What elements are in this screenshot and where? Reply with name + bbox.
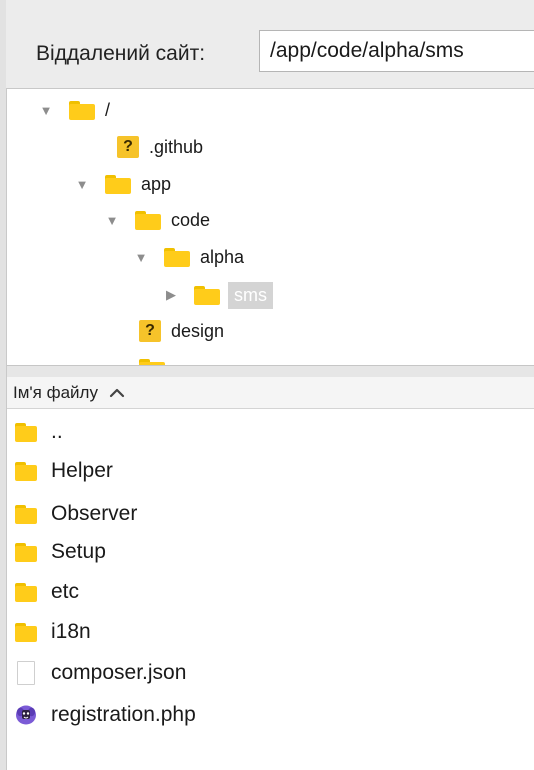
expand-arrow-icon[interactable]: ▼ bbox=[73, 177, 91, 192]
file-row[interactable]: Observer bbox=[7, 494, 534, 534]
window-border bbox=[0, 0, 7, 770]
folder-icon bbox=[15, 504, 37, 524]
folder-icon bbox=[69, 100, 95, 120]
collapse-arrow-icon[interactable]: ▶ bbox=[162, 287, 180, 303]
file-row-parent-dir[interactable]: .. bbox=[7, 412, 534, 452]
tree-item-root[interactable]: ▼ / bbox=[37, 93, 110, 127]
tree-item-label: .github bbox=[149, 136, 204, 157]
file-row[interactable]: composer.json bbox=[7, 653, 534, 693]
folder-icon bbox=[15, 622, 37, 642]
document-icon bbox=[17, 661, 35, 685]
tree-item-github[interactable]: ? .github bbox=[85, 130, 203, 164]
remote-site-panel: Віддалений сайт: ▼ / ? .github ▼ app ▼ c… bbox=[0, 0, 534, 770]
directory-tree[interactable]: ▼ / ? .github ▼ app ▼ code ▼ alpha ▶ sms… bbox=[7, 89, 534, 365]
folder-icon bbox=[15, 582, 37, 602]
tree-item-label: code bbox=[171, 209, 211, 230]
file-row[interactable]: Setup bbox=[7, 532, 534, 572]
file-list: .. Helper Observer Setup etc i18n compos… bbox=[7, 410, 534, 770]
folder-icon bbox=[194, 285, 220, 305]
folder-icon bbox=[164, 247, 190, 267]
tree-item-sms[interactable]: ▶ sms bbox=[162, 278, 273, 312]
file-name: Helper bbox=[51, 459, 113, 482]
file-row[interactable]: i18n bbox=[7, 612, 534, 652]
unknown-file-icon: ? bbox=[117, 136, 139, 158]
expand-arrow-icon[interactable]: ▼ bbox=[37, 103, 55, 118]
tree-item-partial bbox=[139, 351, 175, 365]
remote-site-path-input[interactable] bbox=[259, 30, 534, 72]
file-name: Observer bbox=[51, 502, 138, 525]
file-name: Setup bbox=[51, 540, 106, 563]
file-name: etc bbox=[51, 580, 80, 603]
expand-arrow-icon[interactable]: ▼ bbox=[132, 250, 150, 265]
sort-ascending-icon bbox=[109, 388, 125, 397]
tree-item-label: alpha bbox=[200, 246, 245, 267]
folder-icon bbox=[15, 422, 37, 442]
file-row[interactable]: registration.php bbox=[7, 695, 534, 735]
expand-arrow-icon[interactable]: ▼ bbox=[103, 213, 121, 228]
tree-item-label: / bbox=[105, 99, 111, 120]
file-name: .. bbox=[51, 420, 63, 443]
file-name-column-header[interactable]: Ім'я файлу bbox=[7, 377, 534, 409]
file-name: composer.json bbox=[51, 661, 187, 684]
tree-item-label: app bbox=[141, 173, 172, 194]
folder-icon bbox=[135, 210, 161, 230]
file-row[interactable]: Helper bbox=[7, 451, 534, 491]
unknown-file-icon: ? bbox=[139, 320, 161, 342]
remote-site-bar: Віддалений сайт: bbox=[6, 0, 534, 89]
tree-item-label: design bbox=[171, 320, 225, 341]
column-header-label: Ім'я файлу bbox=[13, 382, 98, 402]
file-name: i18n bbox=[51, 620, 91, 643]
folder-icon bbox=[105, 174, 131, 194]
tree-item-code[interactable]: ▼ code bbox=[103, 203, 210, 237]
tree-item-app[interactable]: ▼ app bbox=[73, 167, 171, 201]
tree-item-label-selected: sms bbox=[228, 281, 273, 309]
folder-icon bbox=[15, 542, 37, 562]
remote-site-label: Віддалений сайт: bbox=[36, 42, 206, 65]
file-row[interactable]: etc bbox=[7, 572, 534, 612]
php-elephant-icon bbox=[16, 705, 36, 725]
folder-icon bbox=[15, 461, 37, 481]
tree-item-alpha[interactable]: ▼ alpha bbox=[132, 240, 244, 274]
tree-item-design[interactable]: ? design bbox=[107, 314, 224, 348]
file-name: registration.php bbox=[51, 703, 196, 726]
